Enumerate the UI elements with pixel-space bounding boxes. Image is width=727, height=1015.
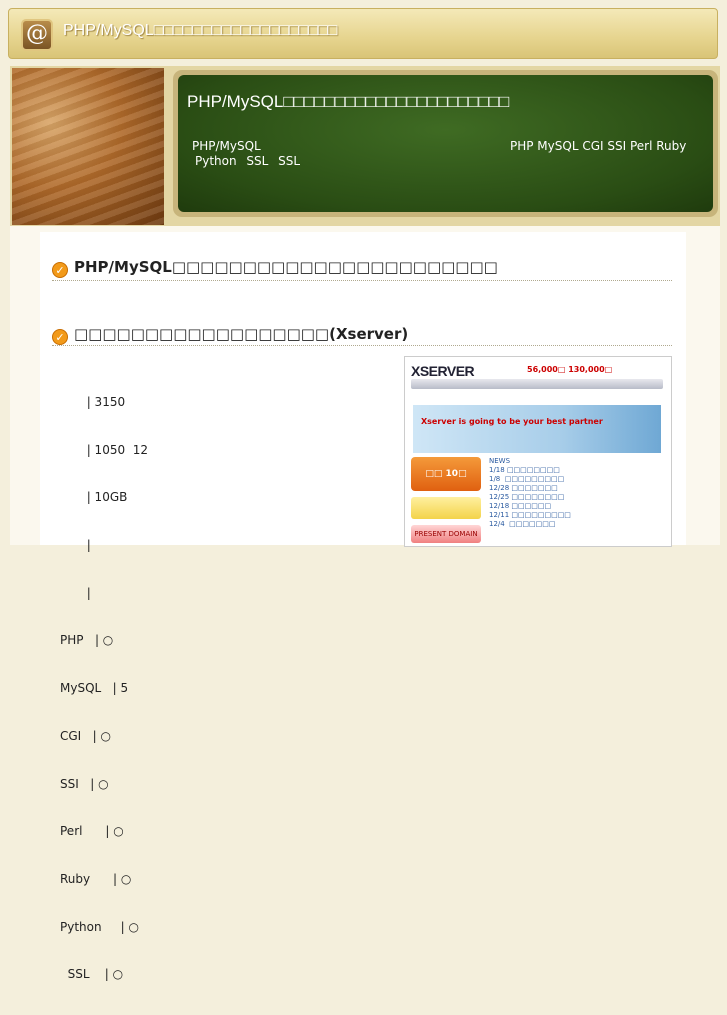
thumb-nav-bar	[411, 379, 663, 389]
spec-line: | 1050 12	[60, 442, 148, 457]
at-sign-icon: @	[21, 19, 53, 51]
section-divider	[52, 280, 672, 281]
spec-line: SSI | ○	[60, 776, 109, 791]
section-heading-1: ✓ PHP/MySQL□□□□□□□□□□□□□□□□□□□□□□□	[52, 258, 498, 278]
board-desc-left: PHP/MySQL	[192, 139, 261, 153]
spec-line: PHP | ○	[60, 633, 114, 648]
section-heading-2-text: □□□□□□□□□□□□□□□□□□(Xserver)	[74, 325, 409, 343]
section-heading-2: ✓ □□□□□□□□□□□□□□□□□□(Xserver)	[52, 325, 408, 345]
header: PHP/MySQL□□□□□□□□□□□□□□□□□□□□□□ PHP/MySQ…	[10, 66, 720, 226]
xserver-logo: XSERVER	[411, 363, 475, 379]
present-domain-badge: PRESENT DOMAIN	[411, 525, 481, 543]
section-heading-1-text: PHP/MySQL□□□□□□□□□□□□□□□□□□□□□□□	[74, 258, 498, 276]
spec-line: SSL | ○	[60, 967, 124, 982]
banner-text: Xserver is going to be your best partner	[421, 417, 603, 426]
keyboard-photo	[12, 68, 164, 225]
spec-line: CGI | ○	[60, 728, 111, 743]
board-title: PHP/MySQL□□□□□□□□□□□□□□□□□□□□□□	[187, 92, 510, 111]
site-title[interactable]: PHP/MySQL□□□□□□□□□□□□□□□□□□□	[63, 22, 337, 40]
spec-line: |	[60, 585, 91, 600]
section-divider	[52, 345, 672, 346]
spec-list: | 3150 | 1050 12 | 10GB | | PHP | ○ MySQ…	[60, 363, 148, 1015]
xserver-screenshot-link[interactable]: XSERVER 56,000□ 130,000□ Xserver is goin…	[404, 356, 672, 547]
news-list: NEWS 1/18 □□□□□□□□ 1/8 □□□□□□□□□ 12/28 □…	[489, 457, 571, 528]
board-desc-line2: Python SSL SSL	[195, 154, 301, 168]
spec-line: |	[60, 537, 91, 552]
check-icon: ✓	[52, 329, 68, 345]
spec-line: Python | ○	[60, 919, 139, 934]
thumb-banner: Xserver is going to be your best partner	[413, 405, 661, 453]
campaign-badge	[411, 497, 481, 519]
spec-line: | 3150	[60, 394, 126, 409]
site-title-bar: @ PHP/MySQL□□□□□□□□□□□□□□□□□□□	[8, 8, 718, 59]
check-icon: ✓	[52, 262, 68, 278]
promo-text: 56,000□ 130,000□	[527, 365, 613, 374]
header-board: PHP/MySQL□□□□□□□□□□□□□□□□□□□□□□ PHP/MySQ…	[173, 70, 718, 217]
spec-line: MySQL | 5	[60, 681, 129, 696]
spec-line: Perl | ○	[60, 824, 124, 839]
trial-badge: □□ 10□	[411, 457, 481, 491]
board-desc-right: PHP MySQL CGI SSI Perl Ruby	[510, 139, 687, 153]
spec-line: | 10GB	[60, 490, 128, 505]
spec-line: Ruby | ○	[60, 872, 132, 886]
header-board-inner: PHP/MySQL□□□□□□□□□□□□□□□□□□□□□□ PHP/MySQ…	[178, 75, 713, 212]
